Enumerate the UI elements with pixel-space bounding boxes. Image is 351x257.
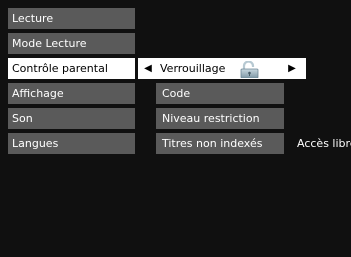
menu-item-label: Son [12,112,33,125]
menu-item-label: Mode Lecture [12,37,87,50]
submenu-item-titres-non-indexes[interactable]: Titres non indexés [156,133,284,154]
menu-item-lecture[interactable]: Lecture [8,8,135,29]
menu-item-langues[interactable]: Langues [8,133,135,154]
arrow-right-icon[interactable]: ▶ [285,58,299,79]
menu-item-label: Affichage [12,87,64,100]
menu-item-label: Lecture [12,12,54,25]
submenu-item-niveau-restriction[interactable]: Niveau restriction [156,108,284,129]
menu-item-label: Contrôle parental [12,62,108,75]
menu-item-son[interactable]: Son [8,108,135,129]
menu-item-affichage[interactable]: Affichage [8,83,135,104]
unrated-titles-value: Accès libre [297,137,351,150]
menu-item-label: Langues [12,137,59,150]
unlocked-padlock-icon [238,60,264,79]
settings-screen: Lecture Mode Lecture Contrôle parental A… [0,0,351,257]
submenu-item-label: Niveau restriction [162,112,260,125]
lock-selector[interactable]: ◀ Verrouillage ▶ [138,58,306,79]
arrow-left-icon[interactable]: ◀ [141,58,155,79]
submenu-item-label: Code [162,87,191,100]
submenu-item-label: Titres non indexés [162,137,263,150]
menu-item-controle-parental[interactable]: Contrôle parental [8,58,135,79]
lock-label: Verrouillage [160,62,226,75]
submenu-item-code[interactable]: Code [156,83,284,104]
menu-item-mode-lecture[interactable]: Mode Lecture [8,33,135,54]
